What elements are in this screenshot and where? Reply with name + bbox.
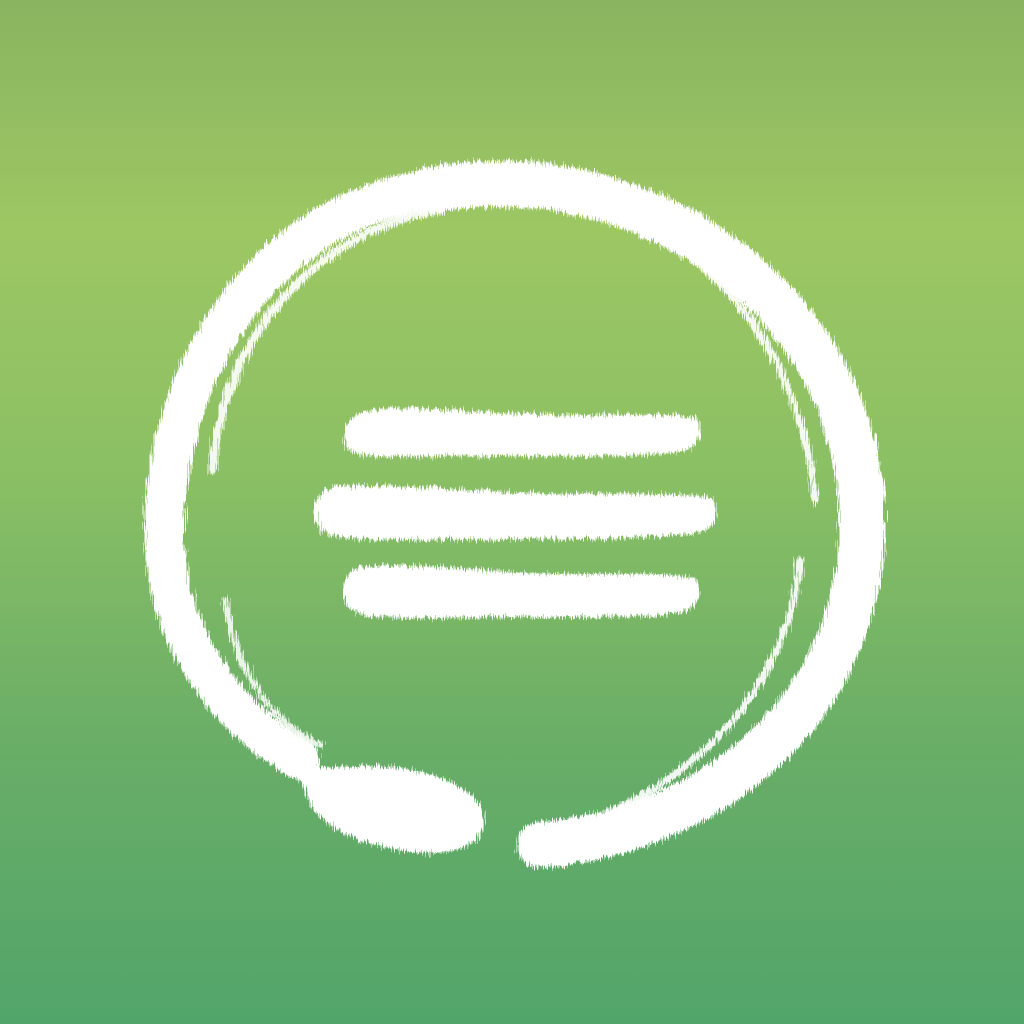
menu-line-middle: [314, 485, 717, 541]
app-icon[interactable]: [0, 0, 1024, 1024]
menu-lines: [314, 408, 717, 619]
enso-logo-icon: [144, 160, 886, 868]
menu-line-bottom: [343, 565, 700, 619]
menu-line-top: [343, 408, 700, 457]
